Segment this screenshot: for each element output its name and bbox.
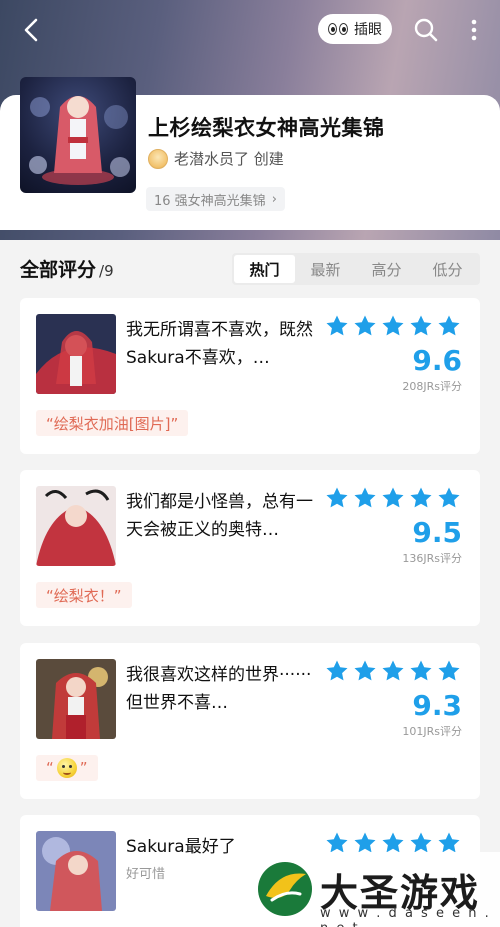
search-button[interactable] (410, 14, 442, 46)
chevron-right-icon: › (271, 191, 277, 207)
star-icon (326, 487, 348, 508)
more-button[interactable] (462, 14, 486, 46)
peek-label: 插眼 (354, 22, 382, 38)
review-thumbnail (36, 314, 116, 394)
review-text: 我无所谓喜不喜欢，既然Sakura不喜欢，… (126, 320, 313, 368)
peek-button[interactable]: 插眼 (318, 14, 392, 44)
review-text: 我很喜欢这样的世界······但世界不喜… (126, 665, 312, 713)
review-thumbnail (36, 486, 116, 566)
star-rating (325, 486, 461, 510)
collection-title: 上杉绘梨衣女神高光集锦 (148, 116, 385, 140)
watermark-url: w w w . d a s e e n . n e t (320, 906, 491, 927)
review-card[interactable]: 我无所谓喜不喜欢，既然Sakura不喜欢，… 9.6 208JRs评分 “绘梨衣… (20, 298, 480, 454)
review-quote[interactable]: “绘梨衣加油[图片]” (36, 410, 189, 436)
rating-count: 136JRs评分 (402, 552, 462, 565)
smile-emoji-icon (56, 758, 77, 778)
review-score: 9.6 (412, 344, 462, 377)
star-icon (410, 660, 432, 681)
sort-tabs: 热门 最新 高分 低分 (232, 253, 480, 285)
tab-latest[interactable]: 最新 (295, 255, 356, 283)
tab-low-score[interactable]: 低分 (417, 255, 478, 283)
star-icon (410, 487, 432, 508)
ratings-count: /9 (99, 262, 114, 280)
watermark-logo-icon (256, 860, 314, 918)
review-card[interactable]: 我们都是小怪兽，总有一天会被正义的奥特… 9.5 136JRs评分 “绘梨衣！” (20, 470, 480, 626)
star-icon (382, 660, 404, 681)
review-score: 9.3 (412, 689, 462, 722)
back-button[interactable] (14, 12, 50, 48)
star-icon (354, 487, 376, 508)
star-icon (354, 315, 376, 336)
tab-high-score[interactable]: 高分 (356, 255, 417, 283)
review-card[interactable]: 我很喜欢这样的世界······但世界不喜… 9.3 101JRs评分 “ ” (20, 643, 480, 799)
collection-cover-image[interactable] (20, 77, 136, 193)
tag-label: 16 强女神高光集锦 (154, 193, 266, 209)
review-thumbnail (36, 659, 116, 739)
back-arrow-icon (24, 18, 38, 42)
star-icon (438, 315, 460, 336)
eyes-icon (328, 23, 348, 35)
star-icon (438, 660, 460, 681)
star-icon (354, 660, 376, 681)
creator-label: 老潜水员了 创建 (174, 150, 284, 168)
star-icon (438, 487, 460, 508)
collection-creator[interactable]: 老潜水员了 创建 (148, 148, 284, 169)
star-rating (325, 314, 461, 338)
star-icon (326, 660, 348, 681)
review-quote[interactable]: “ ” (36, 755, 98, 781)
review-subtext: 好可惜 (126, 867, 166, 882)
review-score: 9.5 (412, 516, 462, 549)
star-icon (382, 487, 404, 508)
cover-illustration (29, 96, 130, 185)
avatar (148, 148, 168, 169)
ratings-title: 全部评分 (20, 259, 97, 281)
top-bar: 插眼 (0, 0, 500, 60)
star-icon (326, 315, 348, 336)
more-vertical-icon (471, 19, 477, 41)
rating-count: 208JRs评分 (402, 380, 462, 393)
quote-close: ” (79, 759, 88, 777)
search-icon (414, 18, 438, 42)
tab-hot[interactable]: 热门 (234, 255, 295, 283)
quote-open: “ (46, 759, 54, 777)
star-rating (325, 659, 461, 683)
star-icon (410, 315, 432, 336)
review-quote[interactable]: “绘梨衣！” (36, 582, 132, 608)
rating-count: 101JRs评分 (402, 725, 462, 738)
ratings-header: 全部评分 /9 (20, 255, 114, 282)
review-thumbnail (36, 831, 116, 911)
star-icon (382, 315, 404, 336)
review-text: 我们都是小怪兽，总有一天会被正义的奥特… (126, 492, 313, 540)
collection-tag[interactable]: 16 强女神高光集锦 › (146, 187, 285, 211)
